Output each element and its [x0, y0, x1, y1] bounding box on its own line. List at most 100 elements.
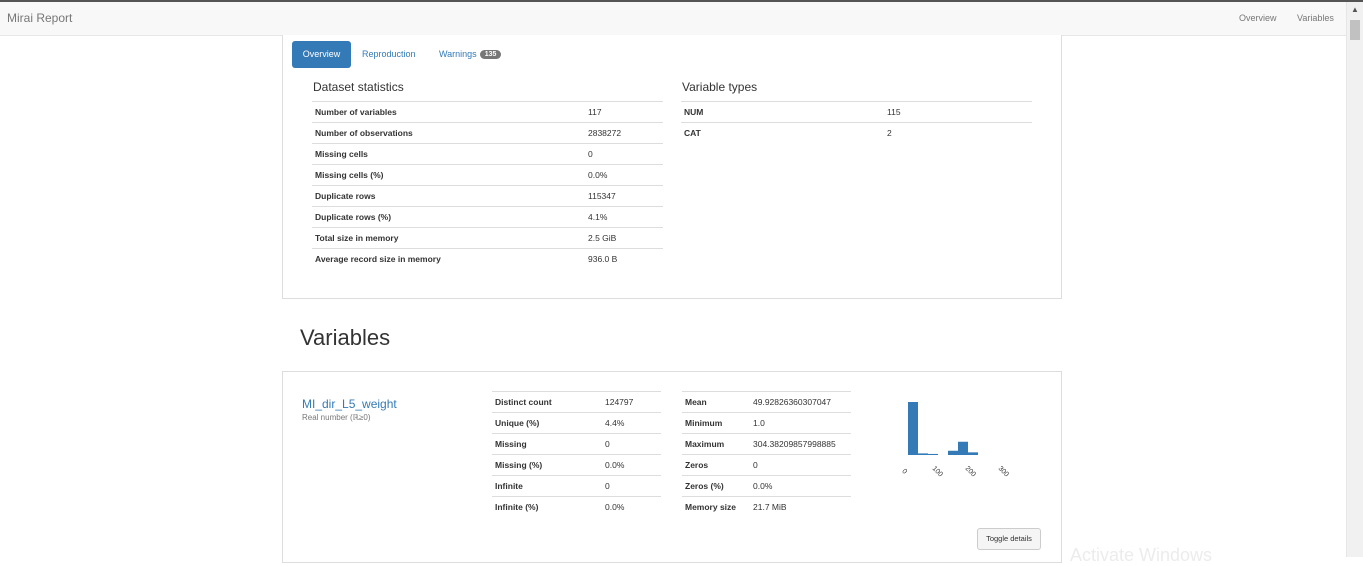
tab-warnings[interactable]: Warnings 135	[439, 49, 502, 59]
table-row: Missing cells (%) 0.0%	[312, 164, 663, 186]
table-row: Unique (%) 4.4%	[492, 412, 661, 434]
nav-link-variables[interactable]: Variables	[1297, 13, 1334, 23]
warnings-count-badge: 135	[479, 50, 502, 59]
stat-value: 0	[602, 433, 661, 455]
stat-value: 304.38209857998885	[750, 433, 851, 455]
stat-value: 2838272	[585, 122, 663, 144]
stat-label: Mean	[682, 391, 750, 413]
scroll-thumb[interactable]	[1350, 20, 1360, 40]
toggle-details-button[interactable]: Toggle details	[977, 528, 1041, 550]
stat-value: 117	[585, 101, 663, 123]
stat-label: Missing cells	[312, 143, 585, 165]
variable-histogram[interactable]: 0 100 200 300	[900, 392, 1010, 482]
stat-label: Duplicate rows (%)	[312, 206, 585, 228]
histogram-x-tick: 100	[931, 465, 944, 478]
table-row: Duplicate rows (%) 4.1%	[312, 206, 663, 228]
table-row: Duplicate rows 115347	[312, 185, 663, 207]
stat-label: CAT	[681, 122, 884, 143]
nav-link-overview[interactable]: Overview	[1239, 13, 1277, 23]
scroll-up-arrow-icon[interactable]: ▲	[1351, 6, 1359, 14]
stat-value: 0.0%	[750, 475, 851, 497]
stat-value: 49.92826360307047	[750, 391, 851, 413]
table-row: Missing cells 0	[312, 143, 663, 165]
histogram-x-tick: 200	[964, 465, 977, 478]
stat-value: 0	[585, 143, 663, 165]
stat-label: Infinite	[492, 475, 602, 497]
dataset-statistics-title: Dataset statistics	[313, 80, 404, 94]
stat-value: 115	[884, 101, 1032, 123]
variable-type-label: Real number (ℝ≥0)	[302, 413, 371, 422]
stat-value: 0.0%	[602, 454, 661, 476]
histogram-bar	[928, 453, 938, 455]
vertical-scrollbar[interactable]: ▲	[1346, 2, 1363, 557]
stat-label: Average record size in memory	[312, 248, 585, 269]
table-row: Infinite 0	[492, 475, 661, 497]
stat-label: Missing (%)	[492, 454, 602, 476]
table-row: Memory size 21.7 MiB	[682, 496, 851, 517]
table-row: Number of variables 117	[312, 101, 663, 123]
stat-label: Unique (%)	[492, 412, 602, 434]
stat-label: Missing cells (%)	[312, 164, 585, 186]
tab-overview[interactable]: Overview	[292, 41, 351, 68]
table-row: NUM 115	[681, 101, 1032, 123]
stat-value: 0	[602, 475, 661, 497]
histogram-bar	[968, 452, 978, 455]
stat-label: Missing	[492, 433, 602, 455]
stat-value: 124797	[602, 391, 661, 413]
table-row: Zeros 0	[682, 454, 851, 476]
stat-value: 0.0%	[602, 496, 661, 517]
table-row: Average record size in memory 936.0 B	[312, 248, 663, 269]
tab-reproduction[interactable]: Reproduction	[362, 49, 416, 59]
histogram-x-tick: 300	[997, 465, 1010, 478]
variable-panel: MI_dir_L5_weight Real number (ℝ≥0) Disti…	[282, 371, 1062, 563]
stat-value: 4.4%	[602, 412, 661, 434]
table-row: Missing 0	[492, 433, 661, 455]
stat-value: 0	[750, 454, 851, 476]
stat-value: 1.0	[750, 412, 851, 434]
stat-value: 21.7 MiB	[750, 496, 851, 517]
overview-panel: Overview Reproduction Warnings 135 Datase…	[282, 35, 1062, 299]
stat-value: 2.5 GiB	[585, 227, 663, 249]
table-row: Zeros (%) 0.0%	[682, 475, 851, 497]
stat-label: Duplicate rows	[312, 185, 585, 207]
table-row: Distinct count 124797	[492, 391, 661, 413]
histogram-x-tick: 0	[900, 468, 908, 476]
histogram-bar	[958, 441, 968, 455]
variable-stats-right-table: Mean 49.92826360307047 Minimum 1.0 Maximum 30…	[682, 391, 851, 517]
activate-windows-watermark: Activate Windows	[1070, 545, 1213, 565]
dataset-statistics-table: Number of variables 117 Number of observat…	[312, 101, 663, 269]
variable-types-title: Variable types	[682, 80, 758, 94]
histogram-bar	[908, 402, 918, 455]
tab-warnings-label: Warnings	[439, 49, 477, 59]
stat-label: Zeros	[682, 454, 750, 476]
variable-types-table: NUM 115 CAT 2	[681, 101, 1032, 143]
stat-value: 0.0%	[585, 164, 663, 186]
stat-label: Minimum	[682, 412, 750, 434]
histogram-bar	[918, 453, 928, 455]
navbar: Mirai Report Overview Variables	[0, 2, 1347, 36]
stat-label: Number of variables	[312, 101, 585, 123]
table-row: Missing (%) 0.0%	[492, 454, 661, 476]
table-row: Mean 49.92826360307047	[682, 391, 851, 413]
stat-label: Number of observations	[312, 122, 585, 144]
table-row: Maximum 304.38209857998885	[682, 433, 851, 455]
stat-label: Memory size	[682, 496, 750, 517]
stat-label: Total size in memory	[312, 227, 585, 249]
stat-label: NUM	[681, 101, 884, 123]
stat-value: 4.1%	[585, 206, 663, 228]
stat-label: Zeros (%)	[682, 475, 750, 497]
variables-heading: Variables	[300, 325, 391, 350]
variable-name-link[interactable]: MI_dir_L5_weight	[302, 397, 397, 411]
histogram-bar	[948, 450, 958, 455]
variable-stats-left-table: Distinct count 124797 Unique (%) 4.4% Missin…	[492, 391, 661, 517]
table-row: Total size in memory 2.5 GiB	[312, 227, 663, 249]
table-row: CAT 2	[681, 122, 1032, 143]
stat-value: 936.0 B	[585, 248, 663, 269]
stat-label: Distinct count	[492, 391, 602, 413]
table-row: Minimum 1.0	[682, 412, 851, 434]
table-row: Infinite (%) 0.0%	[492, 496, 661, 517]
brand-title[interactable]: Mirai Report	[7, 11, 72, 25]
stat-value: 115347	[585, 185, 663, 207]
stat-label: Infinite (%)	[492, 496, 602, 517]
stat-label: Maximum	[682, 433, 750, 455]
